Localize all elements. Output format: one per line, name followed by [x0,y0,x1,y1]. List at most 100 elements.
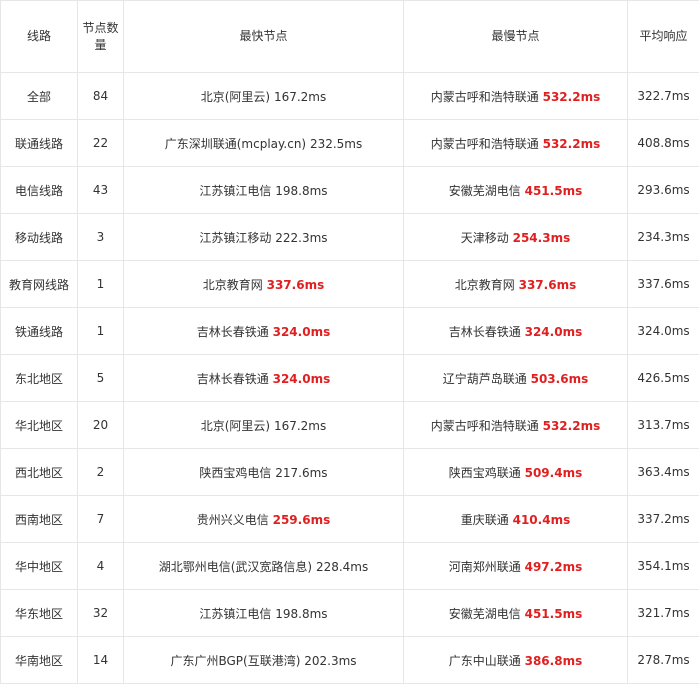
fastest-node-name: 北京教育网 [203,278,263,292]
slowest-node-latency: 337.6ms [519,278,577,292]
slowest-node-name: 安徽芜湖电信 [449,184,521,198]
table-row: 教育网线路1北京教育网 337.6ms北京教育网 337.6ms337.6ms [1,261,699,308]
fastest-node-name: 广东深圳联通(mcplay.cn) [165,137,306,151]
fastest-node-cell: 北京(阿里云) 167.2ms [124,402,404,449]
table-row: 西南地区7贵州兴义电信 259.6ms重庆联通 410.4ms337.2ms [1,496,699,543]
fastest-node-name: 吉林长春铁通 [197,325,269,339]
average-response-cell: 337.2ms [628,496,699,543]
fastest-node-name: 北京(阿里云) [201,90,270,104]
slowest-node-cell: 内蒙古呼和浩特联通 532.2ms [404,120,628,167]
fastest-node-cell: 北京(阿里云) 167.2ms [124,73,404,120]
node-count-cell: 7 [78,496,124,543]
fastest-node-name: 湖北鄂州电信(武汉宽路信息) [159,560,312,574]
table-body: 全部84北京(阿里云) 167.2ms内蒙古呼和浩特联通 532.2ms322.… [1,73,699,684]
fastest-node-cell: 湖北鄂州电信(武汉宽路信息) 228.4ms [124,543,404,590]
node-count-cell: 1 [78,308,124,355]
header-line: 线路 [1,1,78,73]
slowest-node-name: 内蒙古呼和浩特联通 [431,90,539,104]
fastest-node-name: 陕西宝鸡电信 [199,466,271,480]
slowest-node-cell: 天津移动 254.3ms [404,214,628,261]
node-count-cell: 3 [78,214,124,261]
line-name-cell: 东北地区 [1,355,78,402]
table-row: 华中地区4湖北鄂州电信(武汉宽路信息) 228.4ms河南郑州联通 497.2m… [1,543,699,590]
slowest-node-name: 陕西宝鸡联通 [449,466,521,480]
header-average-response: 平均响应 [628,1,699,73]
fastest-node-latency: 167.2ms [274,419,326,433]
slowest-node-latency: 497.2ms [525,560,583,574]
table-row: 东北地区5吉林长春铁通 324.0ms辽宁葫芦岛联通 503.6ms426.5m… [1,355,699,402]
fastest-node-cell: 广东深圳联通(mcplay.cn) 232.5ms [124,120,404,167]
average-response-cell: 354.1ms [628,543,699,590]
line-name-cell: 西北地区 [1,449,78,496]
node-count-cell: 14 [78,637,124,684]
average-response-cell: 313.7ms [628,402,699,449]
node-count-cell: 1 [78,261,124,308]
average-response-cell: 324.0ms [628,308,699,355]
line-name-cell: 华中地区 [1,543,78,590]
node-count-cell: 20 [78,402,124,449]
line-name-cell: 联通线路 [1,120,78,167]
slowest-node-name: 内蒙古呼和浩特联通 [431,137,539,151]
table-row: 全部84北京(阿里云) 167.2ms内蒙古呼和浩特联通 532.2ms322.… [1,73,699,120]
slowest-node-cell: 北京教育网 337.6ms [404,261,628,308]
node-count-cell: 43 [78,167,124,214]
fastest-node-cell: 贵州兴义电信 259.6ms [124,496,404,543]
average-response-cell: 337.6ms [628,261,699,308]
average-response-cell: 426.5ms [628,355,699,402]
node-count-cell: 84 [78,73,124,120]
fastest-node-name: 吉林长春铁通 [197,372,269,386]
line-name-cell: 铁通线路 [1,308,78,355]
average-response-cell: 278.7ms [628,637,699,684]
slowest-node-name: 吉林长春铁通 [449,325,521,339]
fastest-node-latency: 228.4ms [316,560,368,574]
line-name-cell: 华东地区 [1,590,78,637]
table-row: 华北地区20北京(阿里云) 167.2ms内蒙古呼和浩特联通 532.2ms31… [1,402,699,449]
header-fastest-node: 最快节点 [124,1,404,73]
node-count-cell: 5 [78,355,124,402]
fastest-node-name: 江苏镇江电信 [199,607,271,621]
average-response-cell: 321.7ms [628,590,699,637]
fastest-node-latency: 217.6ms [275,466,327,480]
slowest-node-latency: 503.6ms [531,372,589,386]
fastest-node-cell: 吉林长春铁通 324.0ms [124,355,404,402]
fastest-node-latency: 198.8ms [275,607,327,621]
node-count-cell: 2 [78,449,124,496]
slowest-node-latency: 532.2ms [543,90,601,104]
fastest-node-cell: 江苏镇江电信 198.8ms [124,590,404,637]
slowest-node-name: 天津移动 [461,231,509,245]
slowest-node-cell: 安徽芜湖电信 451.5ms [404,167,628,214]
fastest-node-latency: 259.6ms [273,513,331,527]
slowest-node-latency: 386.8ms [525,654,583,668]
fastest-node-name: 广东广州BGP(互联港湾) [170,654,300,668]
line-name-cell: 西南地区 [1,496,78,543]
slowest-node-name: 安徽芜湖电信 [449,607,521,621]
fastest-node-latency: 167.2ms [274,90,326,104]
line-name-cell: 华南地区 [1,637,78,684]
header-slowest-node: 最慢节点 [404,1,628,73]
average-response-cell: 363.4ms [628,449,699,496]
slowest-node-name: 内蒙古呼和浩特联通 [431,419,539,433]
slowest-node-cell: 内蒙古呼和浩特联通 532.2ms [404,73,628,120]
slowest-node-cell: 广东中山联通 386.8ms [404,637,628,684]
slowest-node-cell: 吉林长春铁通 324.0ms [404,308,628,355]
slowest-node-cell: 河南郑州联通 497.2ms [404,543,628,590]
fastest-node-cell: 江苏镇江移动 222.3ms [124,214,404,261]
fastest-node-latency: 202.3ms [304,654,356,668]
table-header-row: 线路 节点数量 最快节点 最慢节点 平均响应 [1,1,699,73]
slowest-node-cell: 重庆联通 410.4ms [404,496,628,543]
fastest-node-name: 江苏镇江电信 [199,184,271,198]
table-row: 电信线路43 江苏镇江电信 198.8ms 安徽芜湖电信 451.5ms293.6m… [1,167,699,214]
fastest-node-cell: 广东广州BGP(互联港湾) 202.3ms [124,637,404,684]
slowest-node-cell: 辽宁葫芦岛联通 503.6ms [404,355,628,402]
fastest-node-cell: 陕西宝鸡电信 217.6ms [124,449,404,496]
average-response-cell: 293.6ms [628,167,699,214]
node-count-cell: 32 [78,590,124,637]
slowest-node-latency: 451.5ms [525,607,583,621]
fastest-node-latency: 337.6ms [267,278,325,292]
average-response-cell: 322.7ms [628,73,699,120]
slowest-node-latency: 532.2ms [543,137,601,151]
fastest-node-latency: 222.3ms [275,231,327,245]
slowest-node-cell: 陕西宝鸡联通 509.4ms [404,449,628,496]
fastest-node-latency: 198.8ms [275,184,327,198]
line-name-cell: 电信线路 [1,167,78,214]
